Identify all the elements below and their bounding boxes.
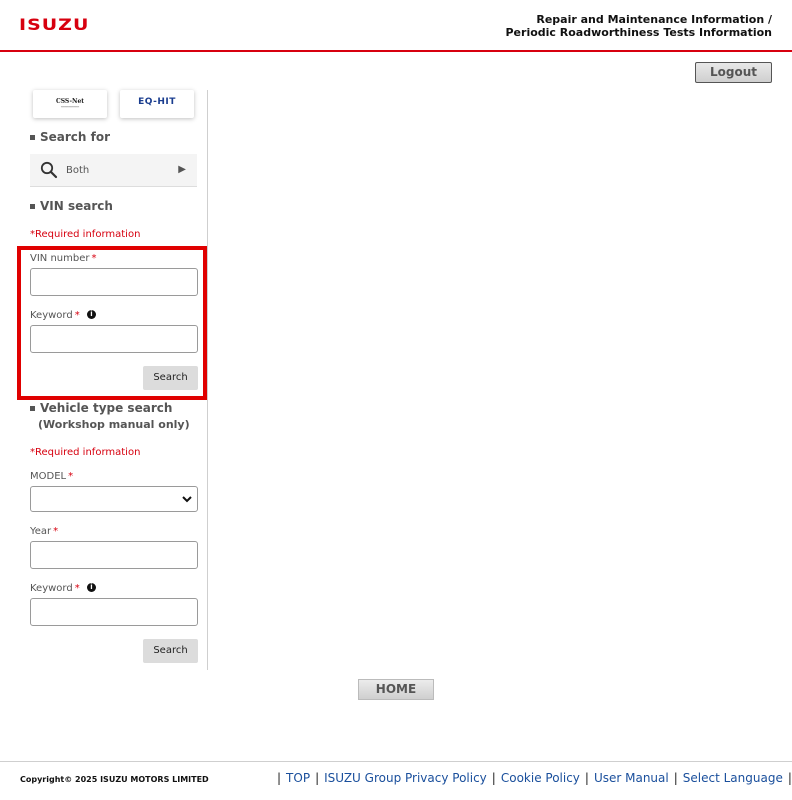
search-for-heading-text: Search for	[40, 130, 111, 144]
footer-separator: |	[787, 771, 792, 785]
css-net-tagline-decoration: ━━━━━━━━━━	[60, 105, 80, 109]
footer-separator: |	[315, 771, 320, 785]
header: ISUZU Repair and Maintenance Information…	[0, 0, 792, 52]
year-label-text: Year	[30, 526, 52, 537]
square-bullet-icon	[30, 406, 35, 411]
footer-link-user-manual[interactable]: User Manual	[594, 771, 669, 785]
css-net-logo: CSS-Net	[55, 98, 85, 105]
year-input[interactable]	[30, 541, 198, 569]
footer-separator: |	[584, 771, 589, 785]
footer-link-privacy-policy[interactable]: ISUZU Group Privacy Policy	[324, 771, 487, 785]
footer-separator: |	[673, 771, 678, 785]
required-asterisk: *	[74, 583, 80, 594]
vehicle-search-button[interactable]: Search	[143, 639, 198, 663]
info-icon[interactable]: i	[87, 583, 96, 592]
chevron-down-icon	[182, 496, 192, 503]
year-label: Year *	[30, 526, 58, 537]
footer-separator: |	[277, 771, 282, 785]
vin-required-note: *Required information	[30, 229, 141, 240]
required-asterisk: *	[53, 526, 59, 537]
footer-link-cookie-policy[interactable]: Cookie Policy	[501, 771, 580, 785]
logout-button[interactable]: Logout	[695, 62, 772, 83]
vehicle-keyword-label: Keyword *	[30, 583, 80, 594]
square-bullet-icon	[30, 135, 35, 140]
isuzu-logo: ISUZU	[19, 15, 90, 35]
search-for-selector[interactable]: Both ▶	[30, 154, 197, 187]
search-for-value: Both	[66, 165, 90, 176]
triangle-right-icon: ▶	[178, 164, 186, 175]
vehicle-keyword-input[interactable]	[30, 598, 198, 626]
vehicle-type-search-heading-text: Vehicle type search	[40, 401, 173, 415]
page-title-line2: Periodic Roadworthiness Tests Informatio…	[505, 26, 773, 39]
square-bullet-icon	[30, 204, 35, 209]
footer-link-select-language[interactable]: Select Language	[683, 771, 783, 785]
model-select[interactable]	[30, 486, 198, 512]
required-asterisk: *	[68, 471, 74, 482]
vehicle-required-note: *Required information	[30, 447, 141, 458]
vin-search-heading-text: VIN search	[40, 199, 113, 213]
home-button[interactable]: HOME	[358, 679, 434, 700]
copyright-text: Copyright© 2025 ISUZU MOTORS LIMITED	[20, 775, 209, 784]
model-label-text: MODEL	[30, 471, 67, 482]
footer-divider	[0, 761, 792, 762]
footer-link-top[interactable]: TOP	[286, 771, 310, 785]
eq-hit-logo: EQ-HIT	[138, 97, 176, 107]
vehicle-type-search-heading: Vehicle type search	[30, 401, 172, 415]
footer-links: | TOP | ISUZU Group Privacy Policy | Cookie P…	[272, 771, 792, 785]
page-title: Repair and Maintenance Information / Per…	[506, 13, 773, 39]
vin-search-heading: VIN search	[30, 199, 113, 213]
search-for-heading: Search for	[30, 130, 110, 144]
search-icon	[40, 161, 58, 179]
vin-search-highlight-box	[17, 246, 207, 400]
footer-separator: |	[491, 771, 496, 785]
eq-hit-banner[interactable]: EQ-HIT	[120, 90, 194, 118]
model-label: MODEL *	[30, 471, 73, 482]
css-net-banner[interactable]: CSS-Net ━━━━━━━━━━	[33, 90, 107, 118]
page-title-line1: Repair and Maintenance Information /	[536, 13, 772, 26]
vehicle-type-search-subheading: (Workshop manual only)	[38, 418, 190, 431]
vehicle-keyword-label-text: Keyword	[30, 583, 73, 594]
